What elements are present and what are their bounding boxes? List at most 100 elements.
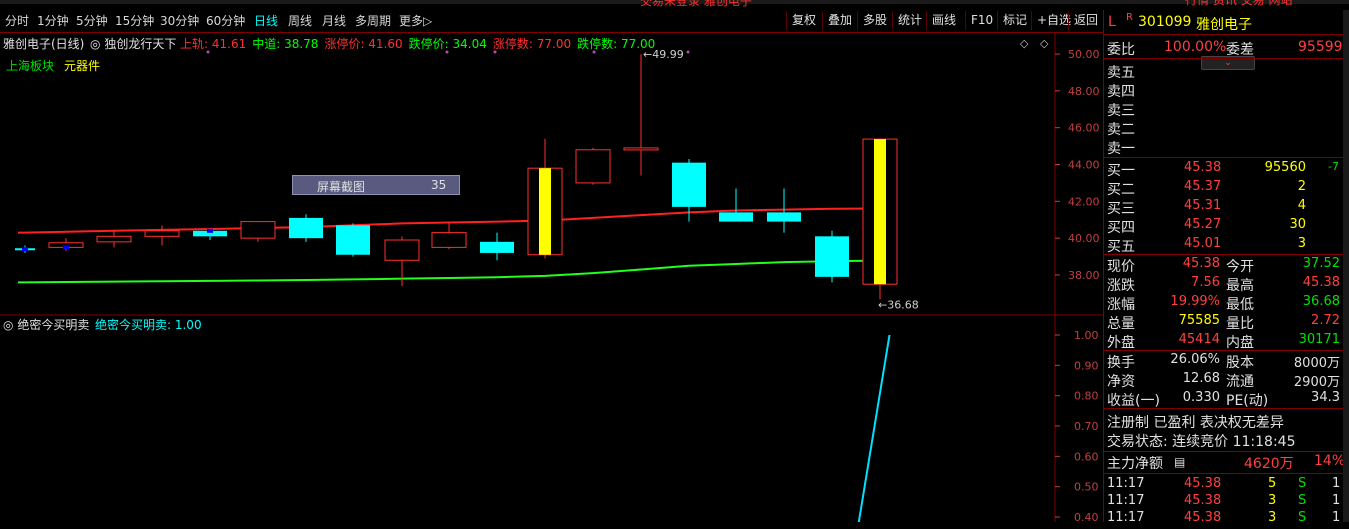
sub-y-tick-label: 0.40: [1074, 511, 1099, 522]
toolbar-button-5[interactable]: F10: [965, 11, 998, 30]
buy-volume: 30: [1289, 217, 1306, 232]
sub-y-tick-label: 0.50: [1074, 481, 1099, 494]
stat-value: 37.52: [1302, 256, 1340, 271]
buy-level-5[interactable]: 买五 45.01 3: [1104, 236, 1344, 255]
tick-side: S: [1298, 493, 1307, 508]
buy-level-1[interactable]: 买一 45.38 95560 -7: [1104, 160, 1344, 179]
tick-price: 45.38: [1184, 493, 1222, 508]
tooltip-value: 35: [431, 178, 447, 192]
sell-level-1[interactable]: 卖一: [1104, 138, 1344, 157]
toolbar-button-0[interactable]: 复权: [786, 11, 821, 30]
candle-body: [96, 235, 132, 243]
high-price-label: ←49.99: [643, 48, 684, 61]
buy-label: 买二: [1107, 182, 1135, 198]
buy-label: 买四: [1107, 220, 1135, 236]
buy-level-2[interactable]: 买二 45.37 2: [1104, 179, 1344, 198]
stat-value: 8000万: [1293, 356, 1340, 371]
toolbar-button-6[interactable]: 标记: [997, 11, 1032, 30]
toolbar-button-2[interactable]: 多股: [857, 11, 892, 30]
stat-label: 今开: [1226, 259, 1254, 275]
tick-count: 1: [1332, 493, 1341, 508]
tab-9[interactable]: 多周期: [355, 12, 391, 29]
stat-value: 19.99%: [1170, 294, 1220, 309]
candle-body: [575, 149, 611, 184]
main-net-value: 4620万: [1244, 456, 1294, 472]
y-tick-label: 40.00: [1068, 232, 1100, 245]
tab-10[interactable]: 更多▷: [399, 12, 432, 29]
stat-label: PE(动): [1226, 393, 1269, 409]
tab-6[interactable]: 日线: [254, 12, 278, 29]
y-tick-label: 48.00: [1068, 85, 1100, 98]
buy-volume: 2: [1297, 179, 1306, 194]
stat-label: 换手: [1107, 355, 1135, 371]
tick-count: 1: [1332, 510, 1341, 525]
sell-level-5[interactable]: 卖五: [1104, 62, 1344, 81]
buy-price: 45.37: [1184, 179, 1222, 194]
candlestick-chart[interactable]: 50.00 48.00 46.00 44.00 42.00 40.00 38.00 ◇ ◇ ←49…: [0, 32, 1103, 522]
stat-value: 75585: [1178, 313, 1220, 328]
stat-label: 流通: [1226, 374, 1254, 390]
sell-level-3[interactable]: 卖三: [1104, 100, 1344, 119]
tab-3[interactable]: 15分钟: [115, 12, 154, 29]
stat-value: 26.06%: [1170, 352, 1220, 367]
diamond-icon[interactable]: ◇: [1020, 37, 1029, 50]
screenshot-tooltip[interactable]: 屏幕截图 35: [292, 175, 460, 195]
stat-value: 7.56: [1191, 275, 1220, 290]
tooltip-text: 屏幕截图: [317, 180, 366, 194]
tab-1[interactable]: 1分钟: [37, 12, 69, 29]
candle-body: [289, 217, 323, 239]
panel-scrollbar[interactable]: [1343, 10, 1349, 522]
candle-marker: [22, 247, 28, 252]
stat-row: 总量 75585 量比 2.72: [1104, 313, 1344, 332]
tab-0[interactable]: 分时: [5, 12, 29, 29]
signal-dot: [493, 50, 497, 54]
tick-price: 45.38: [1184, 510, 1222, 525]
weibi-label: 委比: [1107, 42, 1135, 58]
stat-label: 股本: [1226, 355, 1254, 371]
sell-level-2[interactable]: 卖二: [1104, 119, 1344, 138]
subchart-selector[interactable]: ◎ 绝密今买明卖: [3, 316, 89, 333]
y-tick-label: 42.00: [1068, 195, 1100, 208]
top-nav-buttons[interactable]: 行情 资讯 交易 网站: [1185, 0, 1292, 8]
buy-level-3[interactable]: 买三 45.31 4: [1104, 198, 1344, 217]
candle-body: [336, 225, 370, 255]
sub-y-tick-label: 0.60: [1074, 450, 1099, 463]
diamond-icon[interactable]: ◇: [1040, 37, 1049, 50]
buy-level-4[interactable]: 买四 45.27 30: [1104, 217, 1344, 236]
tab-2[interactable]: 5分钟: [76, 12, 108, 29]
toolbar-button-4[interactable]: 画线: [926, 11, 961, 30]
stat-label: 总量: [1107, 316, 1135, 332]
main-net-pct: 14%: [1314, 453, 1346, 469]
buy-price: 45.38: [1184, 160, 1222, 175]
sub-y-tick-label: 0.70: [1074, 420, 1099, 433]
tick-time: 11:17: [1107, 476, 1145, 491]
stat-value: 2900万: [1293, 375, 1340, 390]
candle-body: [431, 232, 467, 248]
tick-time: 11:17: [1107, 493, 1145, 508]
tick-side: S: [1298, 476, 1307, 491]
tick-volume: 3: [1268, 510, 1277, 525]
settings-icon: ◎: [3, 318, 14, 332]
toolbar-button-1[interactable]: 叠加: [822, 11, 857, 30]
stat-label: 最低: [1226, 297, 1254, 313]
flag-r: R: [1126, 12, 1133, 23]
tab-7[interactable]: 周线: [288, 12, 312, 29]
list-icon[interactable]: ▤: [1174, 455, 1185, 469]
tab-5[interactable]: 60分钟: [206, 12, 245, 29]
toolbar-button-8[interactable]: 返回: [1068, 11, 1103, 30]
stat-value: 30171: [1298, 332, 1340, 347]
tab-4[interactable]: 30分钟: [160, 12, 199, 29]
sell-label: 卖二: [1107, 122, 1135, 138]
login-warning: 交易未登录 雅创电子: [640, 0, 752, 8]
stat-label: 内盘: [1226, 335, 1254, 351]
sub-y-tick-label: 0.80: [1074, 390, 1099, 403]
buy-label: 买三: [1107, 201, 1135, 217]
tab-8[interactable]: 月线: [322, 12, 346, 29]
stat-value: 45414: [1178, 332, 1220, 347]
stat-label: 净资: [1107, 374, 1135, 390]
tick-volume: 3: [1268, 493, 1277, 508]
sell-label: 卖五: [1107, 65, 1135, 81]
sell-level-4[interactable]: 卖四: [1104, 81, 1344, 100]
toolbar-button-3[interactable]: 统计: [892, 11, 927, 30]
low-price-label: ←36.68: [878, 298, 919, 311]
